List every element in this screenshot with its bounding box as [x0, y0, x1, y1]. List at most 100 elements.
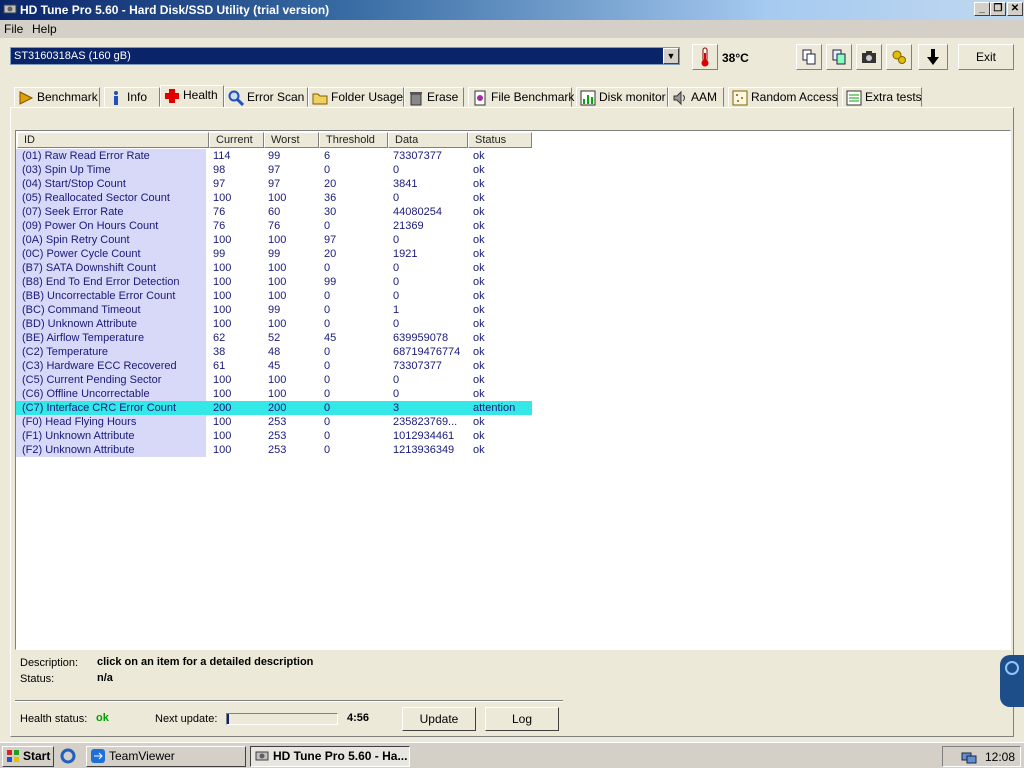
attribute-id: (0C) Power Cycle Count [16, 247, 206, 261]
status-value: ok [473, 206, 485, 218]
menu-help[interactable]: Help [32, 22, 57, 36]
drive-select-value: ST3160318AS (160 gB) [14, 50, 131, 62]
tab-error-scan[interactable]: Error Scan [224, 87, 308, 107]
smart-row[interactable]: (07) Seek Error Rate 76 60 30 44080254 ok [16, 205, 532, 219]
worst-value: 76 [268, 220, 281, 232]
current-value: 76 [213, 206, 226, 218]
tab-health[interactable]: Health [160, 85, 224, 107]
tab-random-access[interactable]: Random Access [728, 87, 838, 107]
smart-row[interactable]: (C3) Hardware ECC Recovered 61 45 0 73307377… [16, 359, 532, 373]
smart-row[interactable]: (05) Reallocated Sector Count 100 100 36 0 ok [16, 191, 532, 205]
description-label: Description: [20, 657, 79, 669]
temperature-readout: 38°C [722, 51, 749, 65]
smart-row[interactable]: (01) Raw Read Error Rate 114 99 6 73307377 ok [16, 149, 532, 163]
attribute-id: (C7) Interface CRC Error Count [16, 401, 206, 415]
worst-value: 100 [268, 374, 287, 386]
column-header-status[interactable]: Status [468, 132, 532, 148]
tab-file-benchmark[interactable]: File Benchmark [468, 87, 574, 107]
smart-row[interactable]: (0C) Power Cycle Count 99 99 20 1921 ok [16, 247, 532, 261]
attribute-id: (09) Power On Hours Count [16, 219, 206, 233]
divider [15, 700, 563, 702]
worst-value: 48 [268, 346, 281, 358]
network-icon[interactable] [961, 749, 977, 765]
smart-row[interactable]: (BC) Command Timeout 100 99 0 1 ok [16, 303, 532, 317]
column-header-threshold[interactable]: Threshold [319, 132, 388, 148]
smart-row[interactable]: (B8) End To End Error Detection 100 100 99 0… [16, 275, 532, 289]
smart-row[interactable]: (0A) Spin Retry Count 100 100 97 0 ok [16, 233, 532, 247]
attribute-id: (F1) Unknown Attribute [16, 429, 206, 443]
smart-row[interactable]: (BD) Unknown Attribute 100 100 0 0 ok [16, 317, 532, 331]
tab-disk-monitor[interactable]: Disk monitor [576, 87, 668, 107]
worst-value: 200 [268, 402, 287, 414]
smart-row[interactable]: (09) Power On Hours Count 76 76 0 21369 ok [16, 219, 532, 233]
taskbar-hdtune[interactable]: HD Tune Pro 5.60 - Ha... [250, 746, 410, 767]
log-button[interactable]: Log [485, 707, 559, 731]
current-value: 61 [213, 360, 226, 372]
tab-extra-tests[interactable]: Extra tests [842, 87, 922, 107]
exit-button[interactable]: Exit [958, 44, 1014, 70]
raw-data-value: 1012934461 [393, 430, 455, 442]
raw-data-value: 0 [393, 374, 400, 386]
column-header-worst[interactable]: Worst [264, 132, 319, 148]
camera-icon[interactable] [856, 44, 882, 70]
quicklaunch-ie-icon[interactable] [60, 746, 80, 767]
smart-row[interactable]: (F1) Unknown Attribute 100 253 0 1012934461 o… [16, 429, 532, 443]
smart-attribute-list[interactable]: ID Current Worst Threshold Data Status (… [15, 130, 1011, 650]
smart-row[interactable]: (04) Start/Stop Count 97 97 20 3841 ok [16, 177, 532, 191]
smart-row[interactable]: (C6) Offline Uncorrectable 100 100 0 0 ok [16, 387, 532, 401]
tab-benchmark[interactable]: Benchmark [14, 87, 100, 107]
status-value: ok [473, 234, 485, 246]
extra-tests-icon [846, 90, 862, 106]
chevron-down-icon[interactable]: ▼ [663, 48, 679, 64]
smart-row[interactable]: (C7) Interface CRC Error Count 200 200 0 3 at… [16, 401, 532, 415]
copy-text-icon[interactable] [796, 44, 822, 70]
save-down-arrow-icon[interactable] [918, 44, 948, 70]
raw-data-value: 0 [393, 192, 400, 204]
tab-label: Folder Usage [331, 90, 404, 104]
column-header-id[interactable]: ID [17, 132, 209, 148]
raw-data-value: 3841 [393, 178, 418, 190]
options-icon[interactable] [886, 44, 912, 70]
taskbar-teamviewer[interactable]: TeamViewer [86, 746, 246, 767]
smart-row[interactable]: (C5) Current Pending Sector 100 100 0 0 ok [16, 373, 532, 387]
title-bar[interactable]: HD Tune Pro 5.60 - Hard Disk/SSD Utility… [0, 0, 1024, 20]
update-button[interactable]: Update [402, 707, 476, 731]
tab-info[interactable]: Info [104, 87, 160, 107]
minimize-button[interactable]: _ [974, 2, 990, 16]
smart-row[interactable]: (BB) Uncorrectable Error Count 100 100 0 0 ok [16, 289, 532, 303]
tab-folder-usage[interactable]: Folder Usage [308, 87, 404, 107]
folder-icon [312, 93, 328, 105]
current-value: 100 [213, 388, 232, 400]
smart-row[interactable]: (BE) Airflow Temperature 62 52 45 639959078 o… [16, 331, 532, 345]
attribute-id: (B7) SATA Downshift Count [16, 261, 206, 275]
raw-data-value: 68719476774 [393, 346, 461, 358]
threshold-value: 97 [324, 234, 337, 246]
smart-row[interactable]: (03) Spin Up Time 98 97 0 0 ok [16, 163, 532, 177]
status-value: ok [473, 150, 485, 162]
clock[interactable]: 12:08 [985, 750, 1015, 764]
tab-label: Info [127, 90, 148, 104]
column-header-current[interactable]: Current [209, 132, 264, 148]
smart-row[interactable]: (C2) Temperature 38 48 0 68719476774 ok [16, 345, 532, 359]
column-header-data[interactable]: Data [388, 132, 468, 148]
status-value: ok [473, 304, 485, 316]
raw-data-value: 639959078 [393, 332, 449, 344]
teamviewer-panel-handle[interactable] [1000, 655, 1024, 707]
maximize-button[interactable]: ❐ [990, 2, 1006, 16]
threshold-value: 0 [324, 164, 331, 176]
smart-row[interactable]: (F2) Unknown Attribute 100 253 0 1213936349 o… [16, 443, 532, 457]
drive-select[interactable]: ST3160318AS (160 gB) ▼ [10, 47, 680, 65]
tab-aam[interactable]: AAM [668, 87, 724, 107]
tab-erase[interactable]: Erase [404, 87, 464, 107]
close-button[interactable]: ✕ [1007, 2, 1023, 16]
tab-label: Random Access [751, 90, 838, 104]
smart-row[interactable]: (F0) Head Flying Hours 100 253 0 235823769..… [16, 415, 532, 429]
current-value: 100 [213, 290, 232, 302]
description-value: click on an item for a detailed descript… [97, 656, 314, 668]
attribute-id: (0A) Spin Retry Count [16, 233, 206, 247]
copy-screenshot-icon[interactable] [826, 44, 852, 70]
start-button[interactable]: Start [2, 746, 54, 767]
smart-row[interactable]: (B7) SATA Downshift Count 100 100 0 0 ok [16, 261, 532, 275]
status-value: ok [473, 248, 485, 260]
menu-file[interactable]: File [4, 22, 23, 36]
